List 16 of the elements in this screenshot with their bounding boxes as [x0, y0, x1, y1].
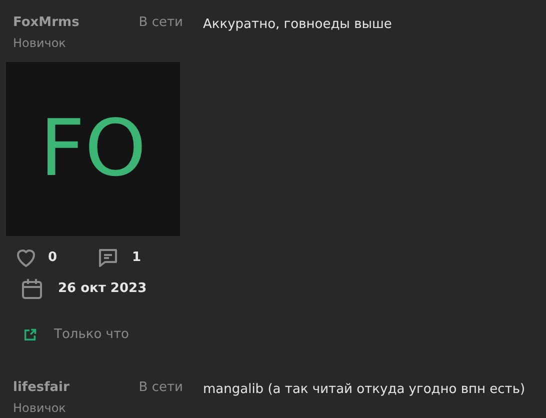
comment-count: 1 [132, 249, 142, 268]
avatar-initials: FO [40, 102, 146, 196]
message-text: Аккуратно, говноеды выше [203, 17, 392, 32]
post-date: 26 окт 2023 [58, 280, 147, 298]
username[interactable]: lifesfair [13, 378, 70, 396]
comment-icon[interactable] [96, 246, 120, 270]
username[interactable]: FoxMrms [13, 14, 80, 32]
external-link-icon[interactable] [23, 328, 37, 342]
like-count: 0 [48, 249, 58, 268]
online-status: В сети [138, 14, 183, 32]
online-status: В сети [138, 378, 183, 396]
user-rank: Новичок [13, 36, 66, 50]
message-text: mangalib (а так читай откуда угодно впн есть) [203, 382, 526, 396]
calendar-icon [20, 277, 44, 301]
user-rank: Новичок [13, 400, 66, 414]
post-time-link[interactable]: Только что [54, 325, 130, 344]
